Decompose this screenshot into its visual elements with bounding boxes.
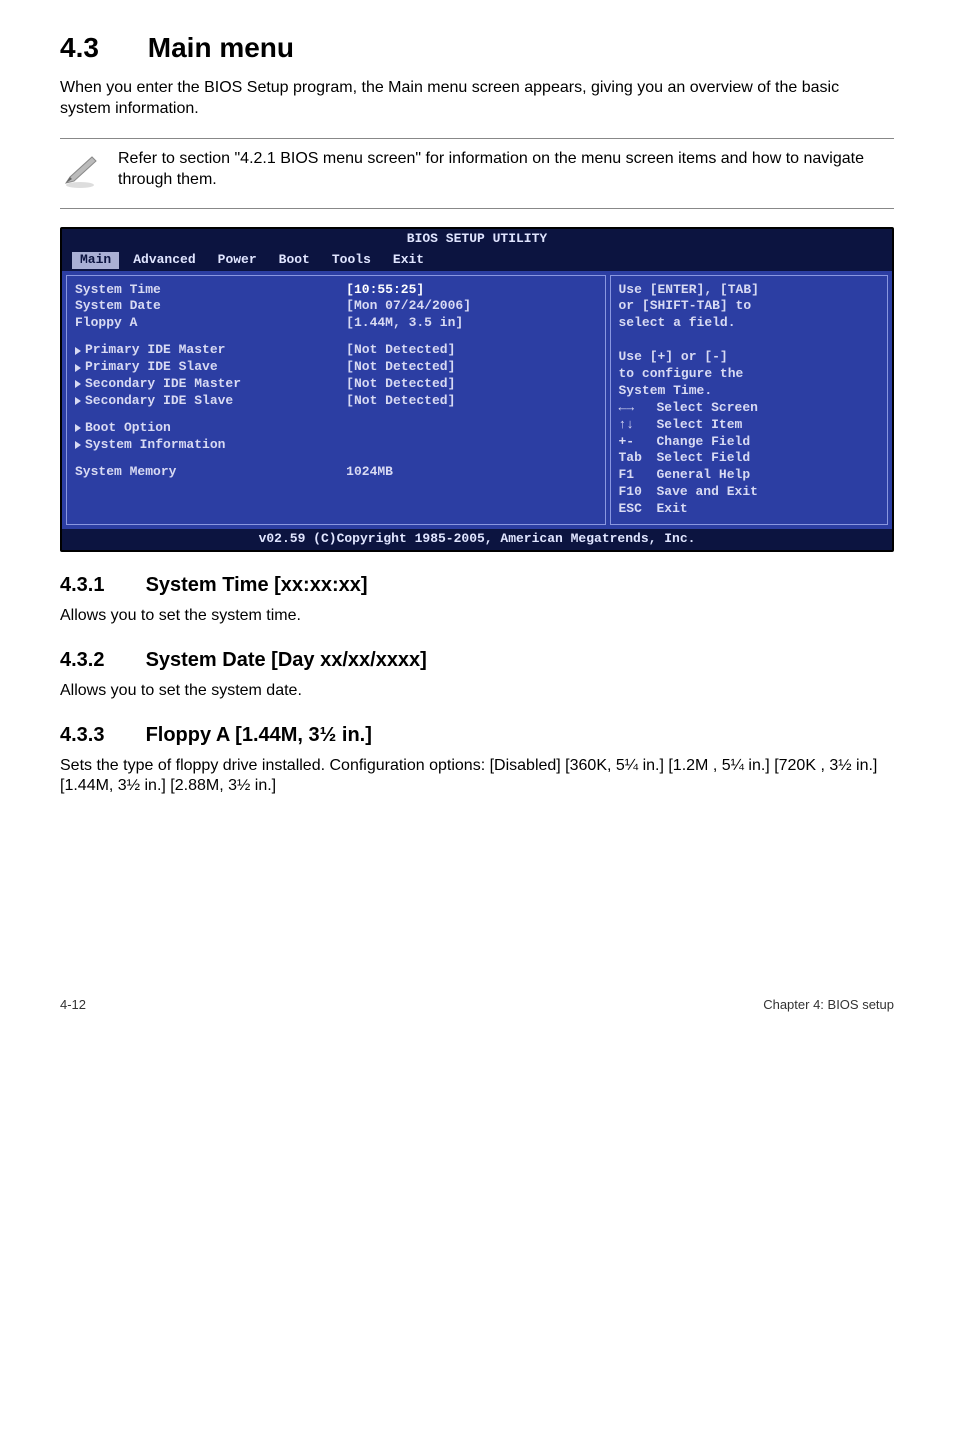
subsection-431-text: Allows you to set the system time. <box>60 606 894 627</box>
subsection-431-heading: 4.3.1 System Time [xx:xx:xx] <box>60 572 894 598</box>
desc-select-screen: Select Screen <box>657 400 758 417</box>
tab-advanced[interactable]: Advanced <box>125 252 203 269</box>
row-floppy-a[interactable]: Floppy A [1.44M, 3.5 in] <box>75 315 597 332</box>
row-system-time[interactable]: System Time [10:55:25] <box>75 282 597 299</box>
section-heading: 4.3 Main menu <box>60 30 894 66</box>
bios-screen: BIOS SETUP UTILITY Main Advanced Power B… <box>60 227 894 552</box>
key-f10: F10 <box>619 484 657 501</box>
subsection-432-title: System Date [Day xx/xx/xxxx] <box>146 649 427 671</box>
desc-select-field: Select Field <box>657 450 751 467</box>
value-system-time: [10:55:25] <box>346 282 424 299</box>
value-primary-ide-slave: [Not Detected] <box>346 359 455 376</box>
value-system-memory: 1024MB <box>346 464 393 481</box>
label-boot-option: Boot Option <box>85 420 171 437</box>
row-system-information[interactable]: System Information <box>75 437 597 454</box>
desc-general-help: General Help <box>657 467 751 484</box>
tab-exit[interactable]: Exit <box>385 252 432 269</box>
label-system-memory: System Memory <box>75 464 346 481</box>
row-primary-ide-slave[interactable]: Primary IDE Slave [Not Detected] <box>75 359 597 376</box>
value-system-date: [Mon 07/24/2006] <box>346 298 471 315</box>
triangle-icon <box>75 380 81 388</box>
triangle-icon <box>75 347 81 355</box>
bios-title: BIOS SETUP UTILITY <box>62 229 892 250</box>
pencil-icon <box>60 149 100 198</box>
key-tab: Tab <box>619 450 657 467</box>
tab-power[interactable]: Power <box>210 252 265 269</box>
label-system-date: System Date <box>75 298 346 315</box>
desc-save-exit: Save and Exit <box>657 484 758 501</box>
tab-boot[interactable]: Boot <box>271 252 318 269</box>
section-number: 4.3 <box>60 30 140 66</box>
chapter-label: Chapter 4: BIOS setup <box>763 997 894 1014</box>
label-secondary-ide-slave: Secondary IDE Slave <box>85 393 233 410</box>
label-system-time: System Time <box>75 282 346 299</box>
subsection-433-heading: 4.3.3 Floppy A [1.44M, 3½ in.] <box>60 722 894 748</box>
section-title-text: Main menu <box>148 32 294 63</box>
label-secondary-ide-master: Secondary IDE Master <box>85 376 241 393</box>
bios-copyright: v02.59 (C)Copyright 1985-2005, American … <box>62 529 892 550</box>
page-number: 4-12 <box>60 997 86 1014</box>
value-floppy-a: [1.44M, 3.5 in] <box>346 315 463 332</box>
subsection-433-number: 4.3.3 <box>60 722 140 748</box>
subsection-431-number: 4.3.1 <box>60 572 140 598</box>
triangle-icon <box>75 397 81 405</box>
row-secondary-ide-master[interactable]: Secondary IDE Master [Not Detected] <box>75 376 597 393</box>
subsection-433-title: Floppy A [1.44M, 3½ in.] <box>146 724 372 746</box>
label-primary-ide-slave: Primary IDE Slave <box>85 359 218 376</box>
subsection-432-heading: 4.3.2 System Date [Day xx/xx/xxxx] <box>60 647 894 673</box>
bios-help-panel: Use [ENTER], [TAB] or [SHIFT-TAB] to sel… <box>610 275 889 525</box>
tab-main[interactable]: Main <box>72 252 119 269</box>
row-system-date[interactable]: System Date [Mon 07/24/2006] <box>75 298 597 315</box>
subsection-431-title: System Time [xx:xx:xx] <box>146 574 368 596</box>
key-esc: ESC <box>619 501 657 518</box>
row-secondary-ide-slave[interactable]: Secondary IDE Slave [Not Detected] <box>75 393 597 410</box>
desc-change-field: Change Field <box>657 434 751 451</box>
desc-exit: Exit <box>657 501 688 518</box>
row-system-memory: System Memory 1024MB <box>75 464 597 481</box>
bios-menu-bar: Main Advanced Power Boot Tools Exit <box>62 250 892 271</box>
note-block: Refer to section "4.2.1 BIOS menu screen… <box>60 138 894 209</box>
key-arrows-lr: ←→ <box>619 400 657 417</box>
label-floppy-a: Floppy A <box>75 315 346 332</box>
triangle-icon <box>75 441 81 449</box>
desc-select-item: Select Item <box>657 417 743 434</box>
bios-key-help: ←→Select Screen ↑↓Select Item +-Change F… <box>619 400 880 518</box>
subsection-432-number: 4.3.2 <box>60 647 140 673</box>
bios-left-panel: System Time [10:55:25] System Date [Mon … <box>66 275 606 525</box>
value-primary-ide-master: [Not Detected] <box>346 342 455 359</box>
value-secondary-ide-master: [Not Detected] <box>346 376 455 393</box>
label-primary-ide-master: Primary IDE Master <box>85 342 225 359</box>
row-boot-option[interactable]: Boot Option <box>75 420 597 437</box>
row-primary-ide-master[interactable]: Primary IDE Master [Not Detected] <box>75 342 597 359</box>
key-arrows-ud: ↑↓ <box>619 417 657 434</box>
key-f1: F1 <box>619 467 657 484</box>
triangle-icon <box>75 424 81 432</box>
label-system-information: System Information <box>85 437 225 454</box>
key-plusminus: +- <box>619 434 657 451</box>
subsection-432-text: Allows you to set the system date. <box>60 681 894 702</box>
intro-paragraph: When you enter the BIOS Setup program, t… <box>60 78 894 120</box>
triangle-icon <box>75 364 81 372</box>
page-footer: 4-12 Chapter 4: BIOS setup <box>60 997 894 1014</box>
subsection-433-text: Sets the type of floppy drive installed.… <box>60 756 894 798</box>
bios-help-text: Use [ENTER], [TAB] or [SHIFT-TAB] to sel… <box>619 282 880 400</box>
tab-tools[interactable]: Tools <box>324 252 379 269</box>
value-secondary-ide-slave: [Not Detected] <box>346 393 455 410</box>
note-text: Refer to section "4.2.1 BIOS menu screen… <box>118 149 894 191</box>
